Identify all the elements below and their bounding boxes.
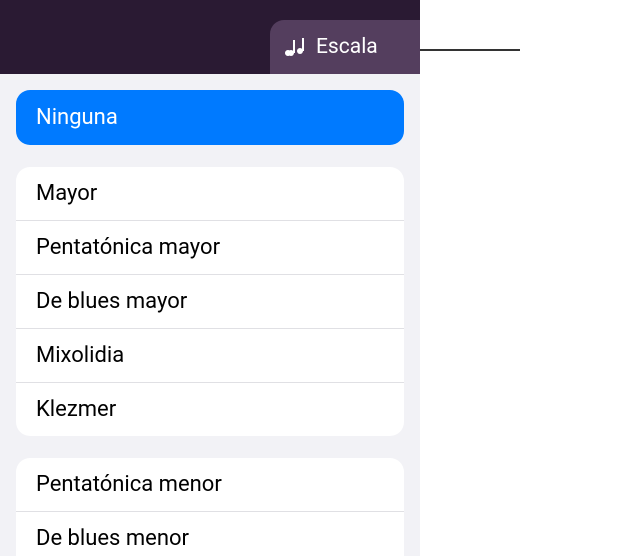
escala-tab[interactable]: Escala: [270, 20, 420, 74]
scale-option[interactable]: Pentatónica menor: [16, 458, 404, 512]
music-note-icon: [284, 35, 308, 59]
escala-tab-label: Escala: [316, 35, 378, 59]
scale-option-label: Mixolidia: [36, 343, 124, 368]
scale-option-label: Klezmer: [36, 397, 116, 422]
selected-scale-label: Ninguna: [36, 105, 118, 130]
scale-option[interactable]: De blues mayor: [16, 275, 404, 329]
scale-option-label: De blues mayor: [36, 289, 187, 314]
scale-group-minor: Pentatónica menor De blues menor Japones…: [16, 458, 404, 556]
callout-line: [420, 49, 520, 51]
scale-group-major: Mayor Pentatónica mayor De blues mayor M…: [16, 167, 404, 436]
scale-option-label: Pentatónica mayor: [36, 235, 220, 260]
scale-option[interactable]: De blues menor: [16, 512, 404, 556]
top-bar: Escala: [0, 0, 420, 74]
scale-option[interactable]: Klezmer: [16, 383, 404, 436]
scale-option-label: De blues menor: [36, 526, 189, 551]
scale-option[interactable]: Pentatónica mayor: [16, 221, 404, 275]
scale-panel: Ninguna Mayor Pentatónica mayor De blues…: [0, 74, 420, 556]
scale-option-label: Pentatónica menor: [36, 472, 222, 497]
scale-option[interactable]: Mayor: [16, 167, 404, 221]
scale-option-label: Mayor: [36, 181, 97, 206]
selected-scale-row[interactable]: Ninguna: [16, 90, 404, 145]
scale-option[interactable]: Mixolidia: [16, 329, 404, 383]
